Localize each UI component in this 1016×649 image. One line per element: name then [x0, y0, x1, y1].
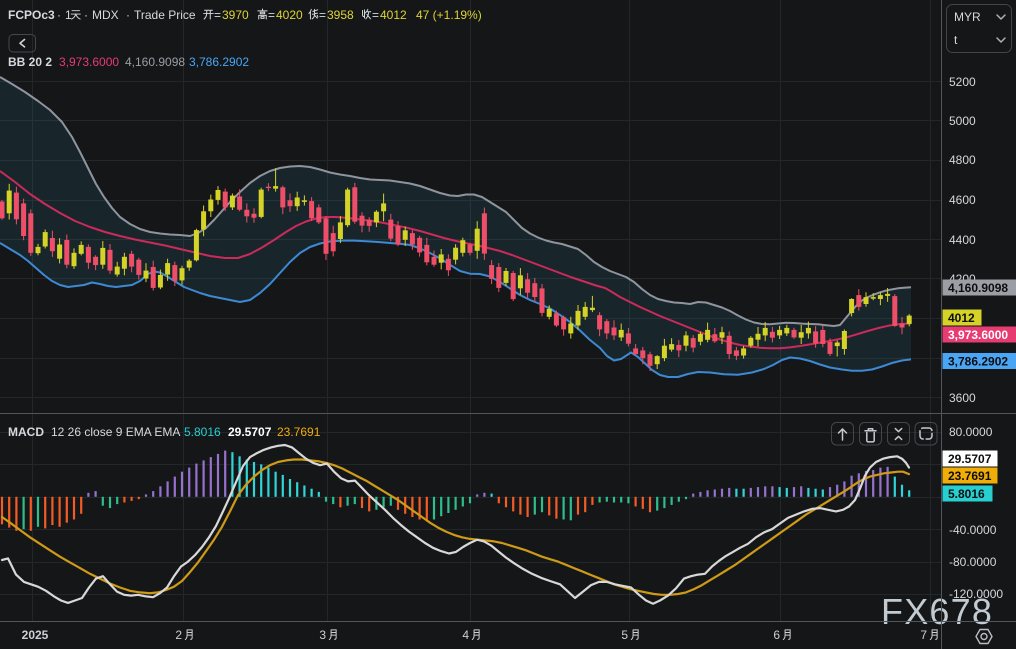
svg-text:Trade Price: Trade Price: [134, 8, 196, 22]
svg-text:23.7691: 23.7691: [277, 425, 321, 439]
svg-text:2: 2: [175, 628, 182, 642]
svg-text:3970: 3970: [222, 8, 249, 22]
svg-text:3,786.2902: 3,786.2902: [948, 354, 1008, 368]
svg-text:3600: 3600: [949, 391, 976, 405]
svg-text:12 26 close 9 EMA EMA: 12 26 close 9 EMA EMA: [51, 425, 180, 439]
svg-text:2025: 2025: [22, 628, 49, 642]
svg-text:·: ·: [126, 8, 130, 22]
svg-text:-40.0000: -40.0000: [949, 523, 997, 537]
svg-text:5000: 5000: [949, 114, 976, 128]
svg-text:5: 5: [621, 628, 628, 642]
svg-text:-80.0000: -80.0000: [949, 555, 997, 569]
svg-text:BB 20 2: BB 20 2: [8, 55, 52, 69]
svg-text:4400: 4400: [949, 233, 976, 247]
svg-text:=: =: [319, 8, 326, 22]
svg-text:4012: 4012: [948, 311, 975, 325]
svg-text:80.0000: 80.0000: [949, 425, 993, 439]
svg-text:·: ·: [84, 8, 88, 22]
svg-text:MACD: MACD: [8, 425, 44, 439]
svg-text:4,160.9098: 4,160.9098: [948, 281, 1008, 295]
svg-text:1: 1: [65, 8, 72, 22]
svg-text:29.5707: 29.5707: [948, 452, 992, 466]
svg-text:4: 4: [462, 628, 469, 642]
svg-text:MDX: MDX: [92, 8, 119, 22]
svg-text:4600: 4600: [949, 193, 976, 207]
svg-text:6: 6: [773, 628, 780, 642]
svg-text:=: =: [372, 8, 379, 22]
svg-text:5200: 5200: [949, 75, 976, 89]
svg-text:3,786.2902: 3,786.2902: [189, 55, 249, 69]
svg-text:FCPOc3: FCPOc3: [8, 8, 55, 22]
svg-text:4800: 4800: [949, 153, 976, 167]
svg-text:·: ·: [57, 8, 61, 22]
svg-text:5.8016: 5.8016: [184, 425, 221, 439]
svg-text:-120.0000: -120.0000: [949, 587, 1003, 601]
svg-text:7: 7: [920, 628, 927, 642]
svg-text:4,160.9098: 4,160.9098: [125, 55, 185, 69]
svg-text:=: =: [268, 8, 275, 22]
svg-text:47 (+1.19%): 47 (+1.19%): [416, 8, 482, 22]
svg-text:4020: 4020: [276, 8, 303, 22]
svg-text:3,973.6000: 3,973.6000: [59, 55, 119, 69]
svg-text:3: 3: [319, 628, 326, 642]
svg-text:3,973.6000: 3,973.6000: [948, 328, 1008, 342]
svg-text:5.8016: 5.8016: [948, 487, 985, 501]
svg-text:29.5707: 29.5707: [228, 425, 272, 439]
svg-text:4012: 4012: [380, 8, 407, 22]
svg-text:23.7691: 23.7691: [948, 469, 992, 483]
svg-text:=: =: [214, 8, 221, 22]
svg-text:3958: 3958: [327, 8, 354, 22]
svg-text:MYR: MYR: [954, 10, 981, 24]
